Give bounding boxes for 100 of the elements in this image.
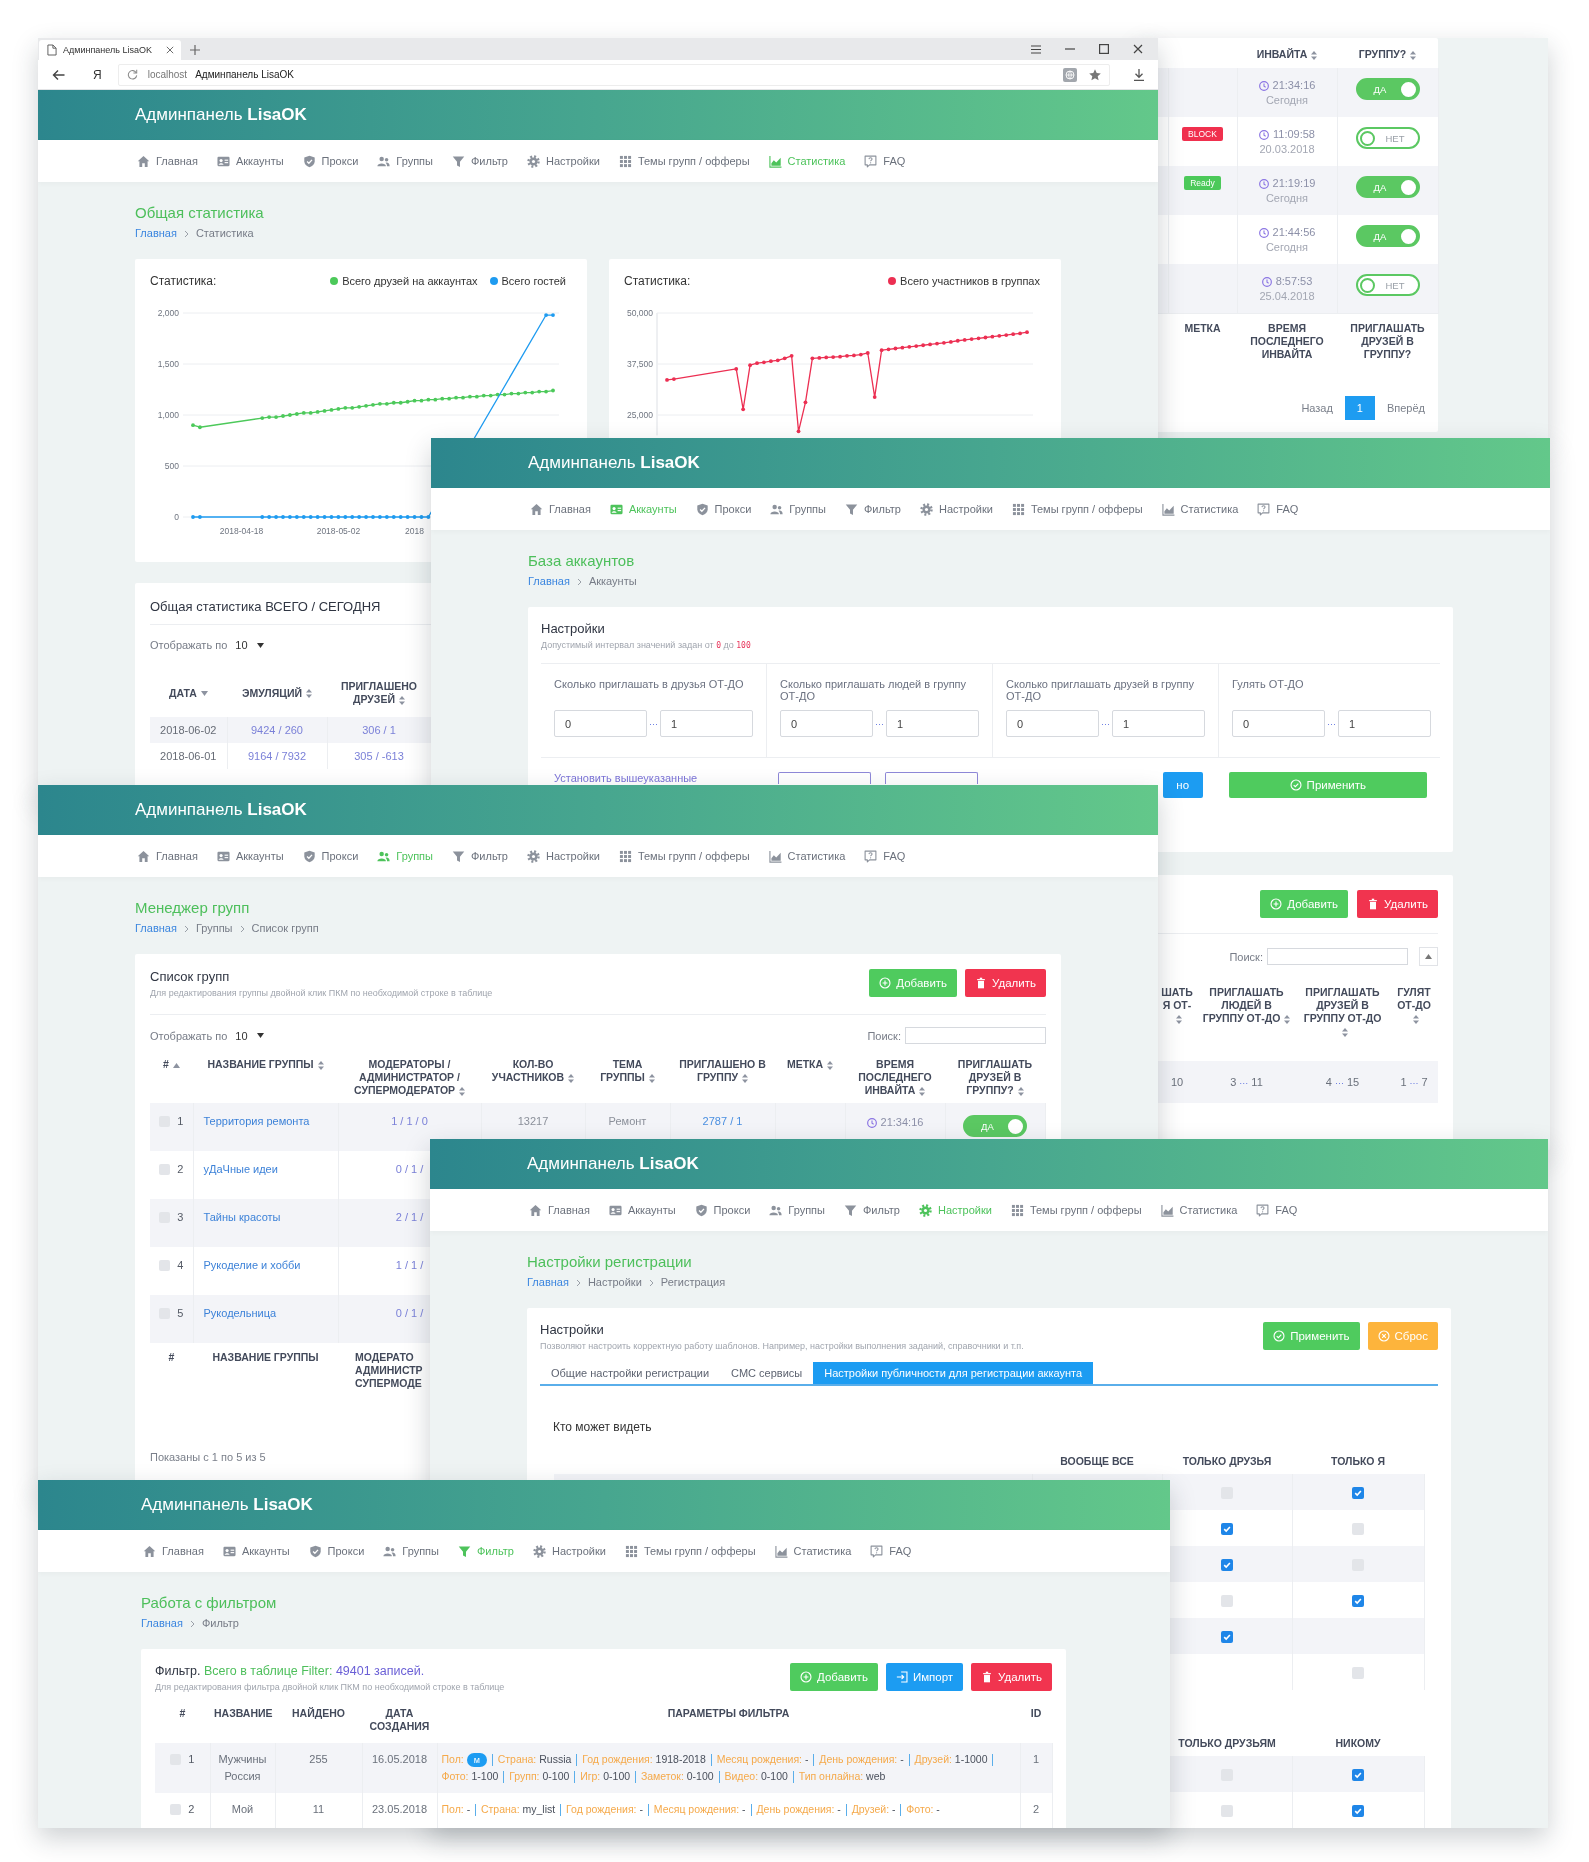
group-name-link[interactable]: уДаЧные идеи (203, 1163, 278, 1175)
page-size-select[interactable]: 10 (233, 1029, 266, 1042)
nav-item[interactable]: Фильтр (452, 154, 508, 168)
checkbox[interactable] (1352, 1666, 1364, 1679)
checkbox[interactable] (1221, 1522, 1233, 1535)
column-header[interactable]: ПРИГЛАШЕНО В ГРУППУ (674, 1058, 771, 1084)
close-icon[interactable] (1133, 44, 1143, 54)
nav-item[interactable]: Настройки (526, 154, 600, 168)
nav-item[interactable]: Фильтр (452, 849, 508, 863)
column-header[interactable]: ПРИГЛАШАТЬ ДРУЗЕЙ В ГРУППУ ОТ-ДО (1299, 986, 1386, 1038)
breadcrumb-link[interactable]: Главная (135, 922, 177, 935)
address-bar[interactable]: localhost Админпанель LisaOK (117, 63, 1110, 86)
nav-item[interactable]: Главная (143, 1544, 204, 1558)
nav-item[interactable]: Темы групп / офферы (1010, 1203, 1142, 1217)
nav-item[interactable]: FAQ (864, 849, 906, 863)
checkbox[interactable] (159, 1163, 171, 1175)
checkbox[interactable] (1352, 1768, 1364, 1781)
column-header[interactable]: ПРИГЛАШЕНО ДРУЗЕЙ (331, 680, 427, 706)
delete-button[interactable]: Удалить (971, 1663, 1052, 1691)
nav-item[interactable]: FAQ (1256, 1203, 1298, 1217)
nav-item[interactable]: Аккаунты (608, 1203, 676, 1217)
nav-item[interactable]: Статистика (1161, 502, 1239, 516)
column-header[interactable]: МОДЕРАТОРЫ / АДМИНИСТРАТОР / СУПЕРМОДЕРАТОР (342, 1058, 477, 1097)
column-header[interactable]: ЭМУЛЯЦИЙ (242, 686, 312, 700)
nav-item[interactable]: Главная (137, 849, 198, 863)
column-header[interactable]: ДАТА (169, 686, 208, 700)
nav-item[interactable]: Темы групп / офферы (618, 154, 750, 168)
maximize-icon[interactable] (1099, 44, 1109, 54)
checkbox[interactable] (159, 1259, 171, 1271)
nav-item[interactable]: Настройки (919, 502, 993, 516)
checkbox[interactable] (1352, 1804, 1364, 1817)
input-field[interactable]: 0 (1232, 710, 1325, 737)
column-header[interactable]: ВРЕМЯ ПОСЛЕДНЕГО ИНВАЙТА (849, 1058, 941, 1097)
group-name-link[interactable]: Территория ремонта (203, 1115, 310, 1127)
breadcrumb-link[interactable]: Главная (135, 227, 177, 240)
action-link[interactable]: Установить вышеуказанные (554, 772, 698, 785)
checkbox[interactable] (1221, 1558, 1233, 1571)
nav-item[interactable]: Статистика (774, 1544, 852, 1558)
toggle-switch[interactable]: НЕТ (1355, 127, 1420, 149)
checkbox[interactable] (1221, 1594, 1233, 1607)
tab[interactable]: Настройки публичности для регистрации аккаунта (813, 1362, 1094, 1384)
nav-item[interactable]: Аккаунты (216, 154, 284, 168)
back-icon[interactable] (52, 68, 65, 81)
column-header[interactable]: ГРУППУ? (1358, 48, 1417, 61)
nav-item[interactable]: Главная (137, 154, 198, 168)
nav-item[interactable]: Группы (383, 1544, 439, 1558)
checkbox[interactable] (1221, 1630, 1233, 1643)
nav-item[interactable]: Темы групп / офферы (618, 849, 750, 863)
column-header[interactable]: ШАТЬ Я ОТ- (1160, 986, 1194, 1025)
nav-item[interactable]: Аккаунты (216, 849, 284, 863)
download-icon[interactable] (1133, 68, 1145, 81)
nav-item[interactable]: Темы групп / офферы (624, 1544, 756, 1558)
nav-item[interactable]: Фильтр (844, 1203, 900, 1217)
nav-item[interactable]: Темы групп / офферы (1011, 502, 1143, 516)
reload-icon[interactable] (126, 69, 138, 80)
checkbox[interactable] (170, 1804, 182, 1815)
group-name-link[interactable]: Рукодельница (203, 1307, 277, 1319)
input-field[interactable]: 1 (1112, 710, 1205, 737)
nav-item[interactable]: Главная (530, 502, 591, 516)
delete-button[interactable]: Удалить (965, 969, 1046, 997)
page-size-select[interactable]: 10 (233, 639, 266, 651)
group-name-link[interactable]: Рукоделие и хобби (203, 1259, 301, 1271)
nav-item[interactable]: FAQ (1257, 502, 1299, 516)
tab[interactable]: СМС сервисы (720, 1362, 814, 1384)
checkbox[interactable] (1352, 1594, 1364, 1607)
nav-item[interactable]: Аккаунты (222, 1544, 290, 1558)
plus-icon[interactable] (190, 45, 200, 55)
column-header[interactable]: МЕТКА (786, 1058, 834, 1071)
nav-item[interactable]: Группы (770, 502, 826, 516)
nav-item[interactable]: Статистика (1160, 1203, 1238, 1217)
nav-item[interactable]: FAQ (864, 154, 906, 168)
close-icon[interactable] (166, 46, 174, 54)
input-field[interactable]: 0 (554, 710, 647, 737)
column-header[interactable]: ТЕМА ГРУППЫ (589, 1058, 666, 1084)
search-field[interactable] (905, 1027, 1046, 1044)
nav-item[interactable]: Группы (377, 154, 433, 168)
nav-item[interactable]: Статистика (768, 849, 846, 863)
scroll-up-button[interactable] (1419, 947, 1438, 966)
column-header[interactable]: ПРИГЛАШАТЬ ДРУЗЕЙ В ГРУППУ? (949, 1058, 1041, 1097)
column-header[interactable]: НАЗВАНИЕ ГРУППЫ (207, 1058, 324, 1071)
input-field[interactable]: 1 (660, 710, 753, 737)
checkbox[interactable] (1352, 1486, 1364, 1499)
input-field[interactable]: 0 (1006, 710, 1099, 737)
nav-item[interactable]: Настройки (532, 1544, 606, 1558)
breadcrumb-link[interactable]: Главная (528, 575, 570, 588)
input-field[interactable]: 1 (886, 710, 979, 737)
column-header[interactable]: ИНВАЙТА (1256, 48, 1318, 61)
input-field[interactable]: 1 (1338, 710, 1431, 737)
search-field[interactable] (1267, 948, 1408, 965)
breadcrumb-link[interactable]: Главная (527, 1276, 569, 1289)
delete-button[interactable]: Удалить (1357, 890, 1438, 918)
nav-item[interactable]: Фильтр (845, 502, 901, 516)
pagination-link[interactable]: Вперёд (1386, 402, 1425, 414)
globe-icon[interactable] (1062, 67, 1077, 82)
tab[interactable]: Общие настройки регистрации (540, 1362, 721, 1384)
nav-item[interactable]: Прокси (308, 1544, 365, 1558)
nav-item[interactable]: Прокси (302, 154, 359, 168)
nav-item[interactable]: Прокси (694, 1203, 751, 1217)
nav-item[interactable]: Настройки (526, 849, 600, 863)
group-name-link[interactable]: Тайны красоты (203, 1211, 281, 1223)
